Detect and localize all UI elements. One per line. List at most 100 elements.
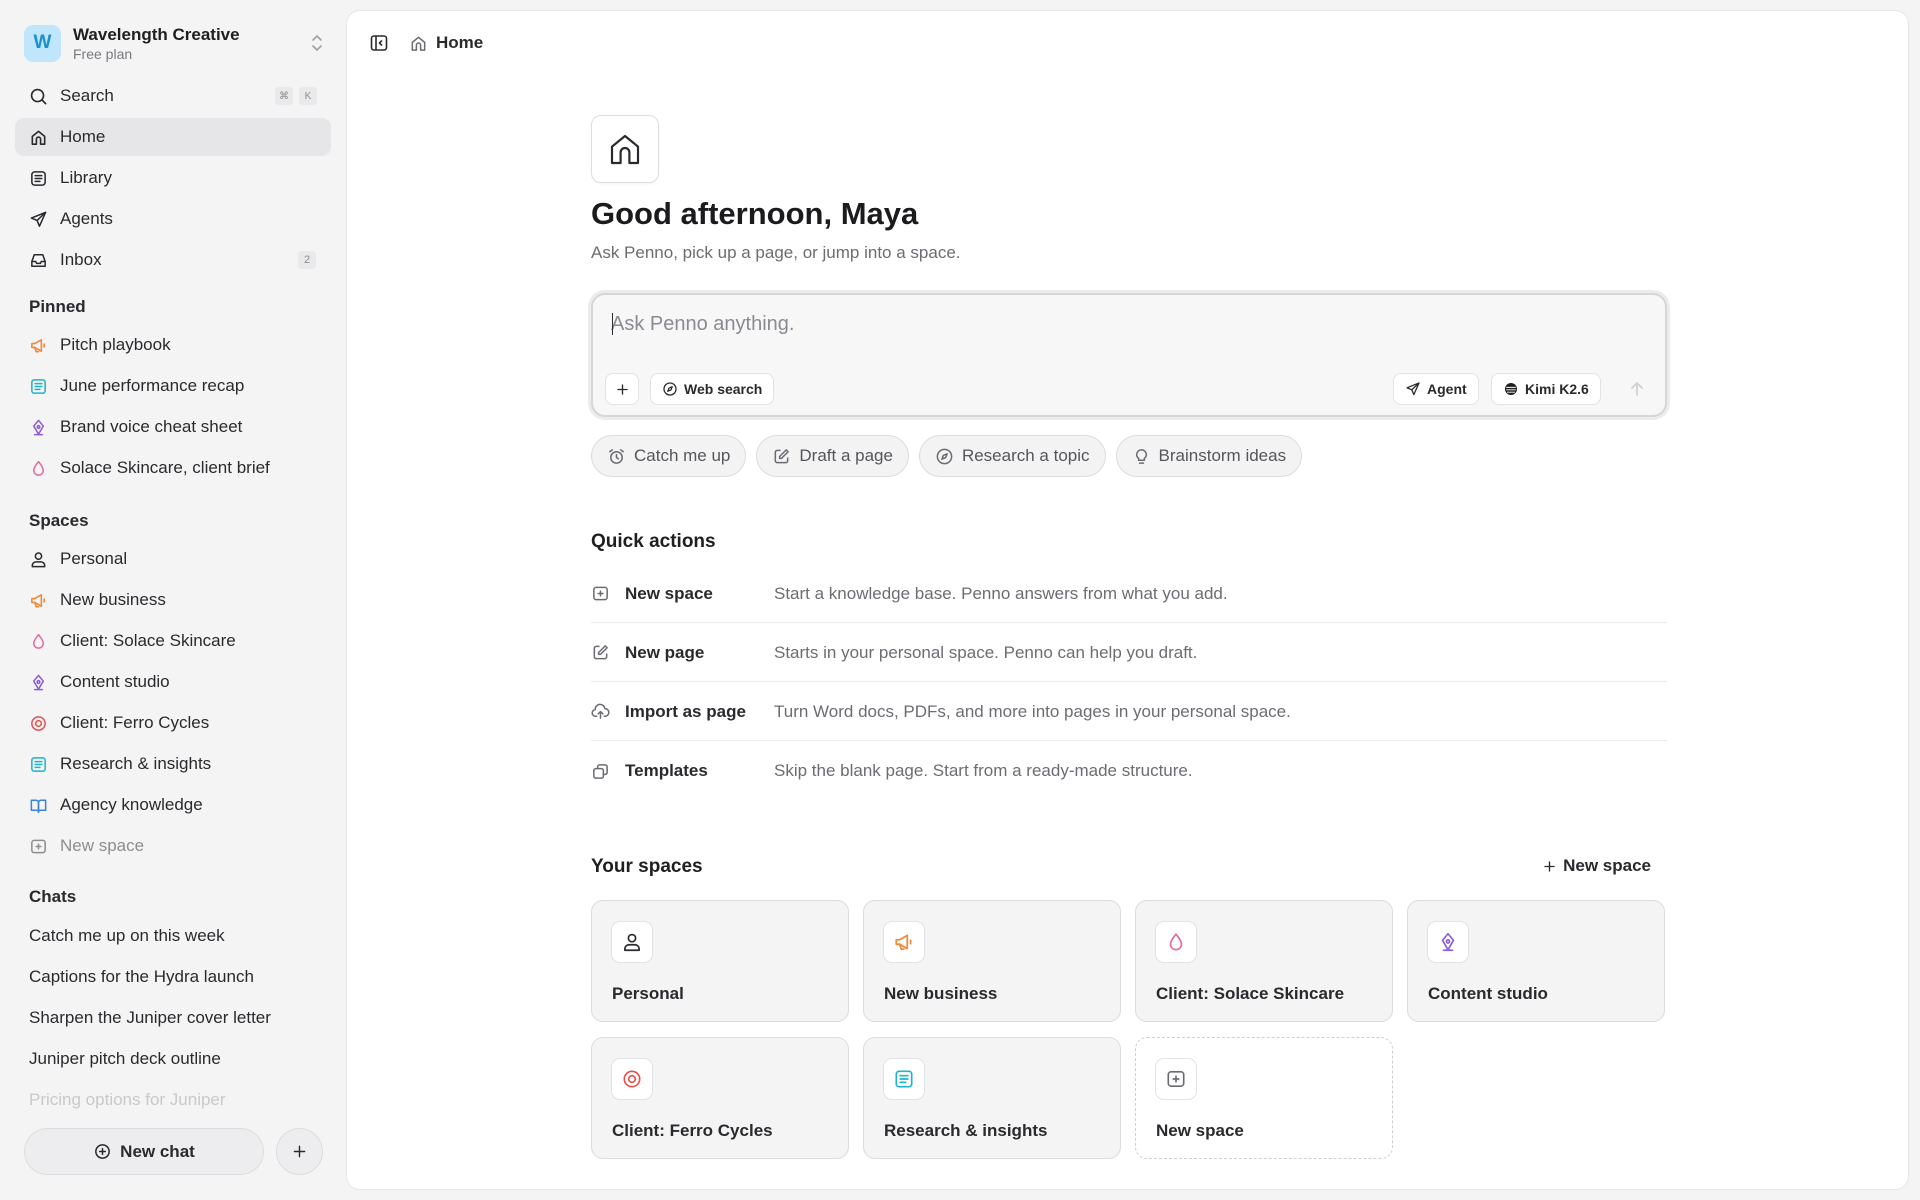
send-button[interactable] (1627, 379, 1647, 399)
page-title: Good afternoon, Maya (591, 196, 919, 231)
chip-catch-me-up[interactable]: Catch me up (591, 435, 747, 477)
workspace-avatar: W (24, 24, 61, 62)
web-search-button[interactable]: Web search (650, 373, 775, 405)
space-card-label: New space (1156, 1121, 1244, 1140)
sidebar-item-agents[interactable]: Agents (15, 200, 331, 238)
agent-label: Agent (1427, 381, 1467, 397)
quick-action-desc: Starts in your personal space. Penno can… (774, 642, 1198, 662)
model-selector[interactable]: Kimi K2.6 (1491, 373, 1601, 405)
chat-item[interactable]: Catch me up on this week (29, 926, 225, 946)
person-icon (28, 549, 48, 569)
edit-icon (772, 447, 791, 466)
workspace-plan: Free plan (73, 45, 133, 62)
quick-actions-title: Quick actions (591, 531, 716, 552)
topbar: Home (369, 33, 483, 53)
plus-icon (615, 382, 630, 397)
sidebar-item-label: New space (60, 836, 145, 855)
your-spaces-title: Your spaces (591, 856, 703, 877)
space-item-new-space[interactable]: New space (15, 827, 331, 865)
pinned-item-brand-voice[interactable]: Brand voice cheat sheet (15, 408, 331, 446)
page-icon (591, 115, 659, 183)
space-item-personal[interactable]: Personal (15, 540, 331, 578)
suggestion-chips: Catch me up Draft a page Research a topi… (591, 435, 1303, 477)
space-item-agency-knowledge[interactable]: Agency knowledge (15, 786, 331, 824)
chat-item[interactable]: Captions for the Hydra launch (29, 967, 254, 987)
workspace-switcher[interactable]: W Wavelength Creative Free plan (24, 22, 324, 64)
page-subtitle: Ask Penno, pick up a page, or jump into … (591, 243, 961, 262)
chat-item[interactable]: Pricing options for Juniper (29, 1090, 226, 1110)
sidebar-item-label: Library (60, 168, 112, 187)
new-chat-button[interactable]: New chat (24, 1128, 264, 1175)
space-item-research-insights[interactable]: Research & insights (15, 745, 331, 783)
new-space-label: New space (1563, 856, 1651, 875)
breadcrumb[interactable]: Home (409, 33, 483, 53)
space-card-label: New business (884, 984, 998, 1003)
chip-brainstorm[interactable]: Brainstorm ideas (1115, 435, 1303, 477)
chat-item[interactable]: Juniper pitch deck outline (29, 1049, 221, 1069)
chat-item[interactable]: Sharpen the Juniper cover letter (29, 1008, 271, 1028)
chevron-up-down-icon (310, 32, 324, 54)
space-card-ferro-cycles[interactable]: Client: Ferro Cycles (591, 1037, 849, 1159)
space-card-new-space[interactable]: New space (1135, 1037, 1393, 1159)
space-item-solace-skincare[interactable]: Client: Solace Skincare (15, 622, 331, 660)
shortcut-key: ⌘ (275, 87, 293, 105)
chip-label: Catch me up (634, 446, 731, 465)
sidebar-item-label: Research & insights (60, 754, 212, 773)
new-chat-label: New chat (120, 1141, 195, 1161)
chat-plus-icon (93, 1142, 112, 1161)
target-icon (28, 713, 48, 733)
drop-icon (1155, 921, 1197, 963)
sidebar-item-inbox[interactable]: Inbox 2 (15, 241, 331, 279)
agent-button[interactable]: Agent (1393, 373, 1479, 405)
home-icon (605, 129, 645, 169)
quick-action-desc: Skip the blank page. Start from a ready-… (774, 761, 1193, 780)
sidebar-item-label: June performance recap (60, 376, 245, 395)
web-search-label: Web search (684, 381, 763, 397)
templates-icon (591, 762, 611, 781)
pinned-item-june-performance-recap[interactable]: June performance recap (15, 367, 331, 405)
drop-icon (28, 458, 48, 478)
lightbulb-icon (1132, 447, 1151, 466)
sidebar-item-label: Content studio (60, 672, 170, 691)
paper-plane-icon (1405, 381, 1421, 397)
main-panel: Home Good afternoon, Maya Ask Penno, pic… (346, 10, 1909, 1190)
space-card-new-business[interactable]: New business (863, 900, 1121, 1022)
pen-nib-icon (1427, 921, 1469, 963)
model-label: Kimi K2.6 (1525, 381, 1589, 397)
attach-button[interactable] (605, 373, 639, 405)
quick-action-new-page[interactable]: New page Starts in your personal space. … (591, 624, 1667, 682)
pinned-item-pitch-playbook[interactable]: Pitch playbook (15, 326, 331, 364)
sidebar: W Wavelength Creative Free plan Search ⌘… (0, 0, 346, 1200)
new-space-button[interactable]: New space (1542, 856, 1651, 876)
inbox-icon (28, 250, 48, 270)
megaphone-icon (883, 921, 925, 963)
workspace-name: Wavelength Creative (73, 24, 240, 44)
compass-icon (662, 381, 678, 397)
space-card-personal[interactable]: Personal (591, 900, 849, 1022)
pinned-item-solace-brief[interactable]: Solace Skincare, client brief (15, 449, 331, 487)
space-item-ferro-cycles[interactable]: Client: Ferro Cycles (15, 704, 331, 742)
sidebar-item-label: Pitch playbook (60, 335, 171, 354)
sidebar-item-library[interactable]: Library (15, 159, 331, 197)
chip-research-topic[interactable]: Research a topic (918, 435, 1106, 477)
sidebar-item-search[interactable]: Search ⌘ K (15, 77, 331, 115)
shortcut-key: K (299, 87, 317, 105)
sidebar-item-label: Agency knowledge (60, 795, 203, 814)
pen-nib-icon (28, 417, 48, 437)
add-button[interactable] (276, 1128, 323, 1175)
chip-draft-page[interactable]: Draft a page (756, 435, 909, 477)
sidebar-item-label: Client: Solace Skincare (60, 631, 236, 650)
toggle-sidebar-icon[interactable] (369, 33, 389, 53)
space-card-content-studio[interactable]: Content studio (1407, 900, 1665, 1022)
paper-plane-icon (28, 209, 48, 229)
space-card-research-insights[interactable]: Research & insights (863, 1037, 1121, 1159)
quick-action-import[interactable]: Import as page Turn Word docs, PDFs, and… (591, 683, 1667, 741)
sidebar-item-home[interactable]: Home (15, 118, 331, 156)
quick-action-new-space[interactable]: New space Start a knowledge base. Penno … (591, 565, 1667, 623)
space-item-new-business[interactable]: New business (15, 581, 331, 619)
space-card-solace-skincare[interactable]: Client: Solace Skincare (1135, 900, 1393, 1022)
ask-input[interactable] (611, 309, 1511, 339)
space-item-content-studio[interactable]: Content studio (15, 663, 331, 701)
quick-action-desc: Start a knowledge base. Penno answers fr… (774, 583, 1228, 603)
quick-action-templates[interactable]: Templates Skip the blank page. Start fro… (591, 742, 1667, 800)
